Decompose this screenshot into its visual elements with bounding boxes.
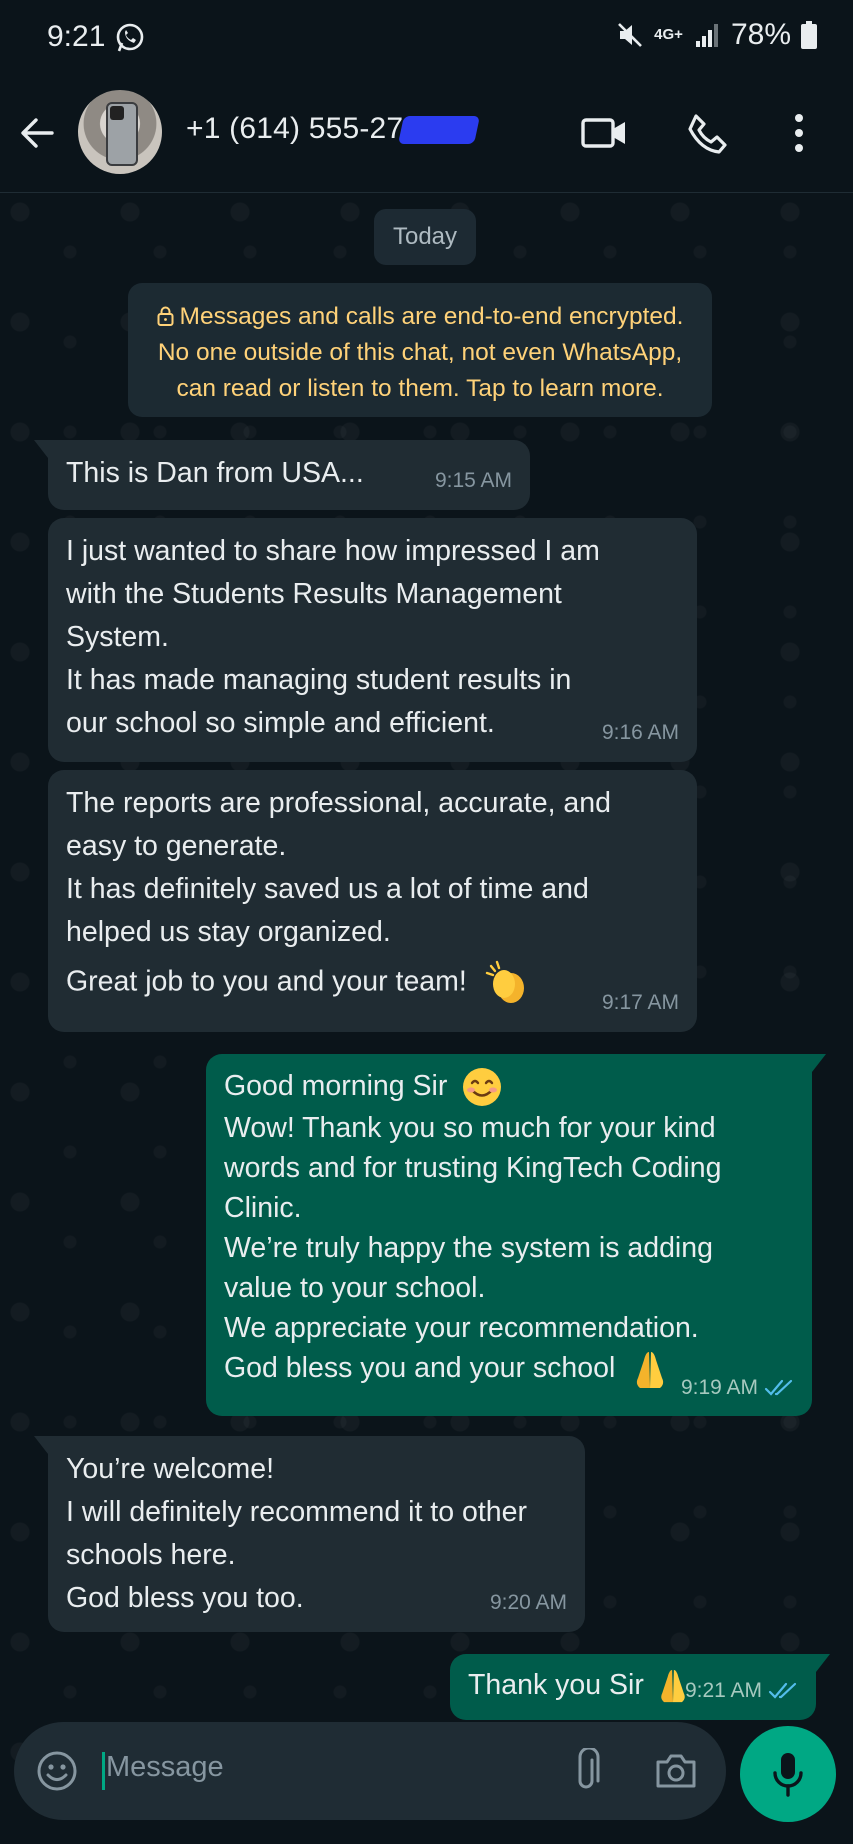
text-caret [102,1752,105,1790]
attach-icon[interactable] [572,1748,604,1794]
mic-icon [773,1753,803,1797]
encryption-line: Messages and calls are end-to-end encryp… [179,303,684,330]
message-text: Wow! Thank you so much for your kind [224,1112,716,1145]
message-time: 9:15 AM [434,469,512,492]
mic-button[interactable] [740,1726,836,1822]
message-time: 9:19 AM [680,1376,758,1399]
message-time: 9:20 AM [489,1591,567,1614]
voice-call-icon[interactable] [686,112,730,156]
message-bubble-incoming[interactable]: You’re welcome! I will definitely recomm… [34,1436,585,1632]
message-text: It has definitely saved us a lot of time… [66,873,589,905]
more-options-icon[interactable] [790,112,808,154]
message-time: 9:16 AM [601,721,679,744]
message-text: I just wanted to share how impressed I a… [66,535,600,567]
message-text: with the Students Results Management [66,578,562,610]
message-text: You’re welcome! [66,1453,275,1485]
message-text: easy to generate. [66,830,287,862]
message-text: helped us stay organized. [66,916,391,948]
contact-number: +1 (614) 555-27 [186,112,404,145]
lock-icon [157,306,174,326]
double-check-icon [764,1379,793,1396]
message-bubble-incoming[interactable]: The reports are professional, accurate, … [48,770,697,1032]
back-arrow-icon[interactable] [16,112,58,154]
message-text: The reports are professional, accurate, … [66,787,611,819]
avatar[interactable] [78,90,162,174]
camera-icon[interactable] [654,1752,698,1790]
encryption-line: No one outside of this chat, not even Wh… [157,339,683,366]
contact-name[interactable]: +1 (614) 555-27 [186,112,481,146]
status-bar: 9:21 4G+ 78% [0,0,853,76]
message-input-bar: Message [14,1722,726,1820]
date-chip: Today [374,209,476,265]
video-call-icon[interactable] [580,112,628,154]
signal-icon [695,24,718,47]
message-text: System. [66,621,169,653]
message-text: words and for trusting KingTech Coding [224,1152,722,1185]
message-text: It has made managing student results in [66,664,572,696]
message-text: our school so simple and efficient. [66,707,495,739]
double-check-icon [768,1682,797,1699]
status-time: 9:21 [47,20,106,53]
message-text: We’re truly happy the system is adding [224,1232,713,1265]
message-text: I will definitely recommend it to other [66,1496,527,1528]
battery-percentage: 78% [730,18,791,51]
message-bubble-incoming[interactable]: I just wanted to share how impressed I a… [48,518,697,762]
message-bubble-outgoing[interactable]: Thank you Sir 9:21 AM [450,1654,830,1720]
smiling-face-emoji [463,1068,502,1107]
message-input[interactable]: Message [106,1751,224,1784]
redaction-scribble [398,116,481,145]
encryption-line: can read or listen to them. Tap to learn… [176,375,664,402]
message-text: Clinic. [224,1192,302,1225]
clapping-hands-emoji [485,960,524,1003]
whatsapp-icon [116,23,144,52]
message-bubble-incoming[interactable]: This is Dan from USA... 9:15 AM [34,440,530,510]
message-time: 9:17 AM [601,991,679,1014]
message-text: Great job to you and your team! [66,965,467,998]
emoji-icon[interactable] [36,1750,78,1792]
mute-icon [618,23,643,47]
message-text: We appreciate your recommendation. [224,1312,699,1345]
encryption-notice[interactable]: Messages and calls are end-to-end encryp… [128,283,712,417]
message-time: 9:21 AM [684,1679,762,1702]
chat-header: +1 (614) 555-27 [0,76,853,193]
message-text: Thank you Sir [468,1669,644,1701]
message-text: God bless you and your school [224,1352,616,1385]
status-icons: 4G+ 78% [616,18,817,52]
message-bubble-outgoing[interactable]: Good morning Sir Wow! Thank you so much … [206,1054,826,1416]
folded-hands-emoji [637,1351,664,1388]
message-text: Good morning Sir [224,1070,448,1102]
message-text: schools here. [66,1539,236,1571]
message-text: value to your school. [224,1272,486,1305]
battery-icon [801,21,817,49]
network-type: 4G+ [654,26,683,43]
